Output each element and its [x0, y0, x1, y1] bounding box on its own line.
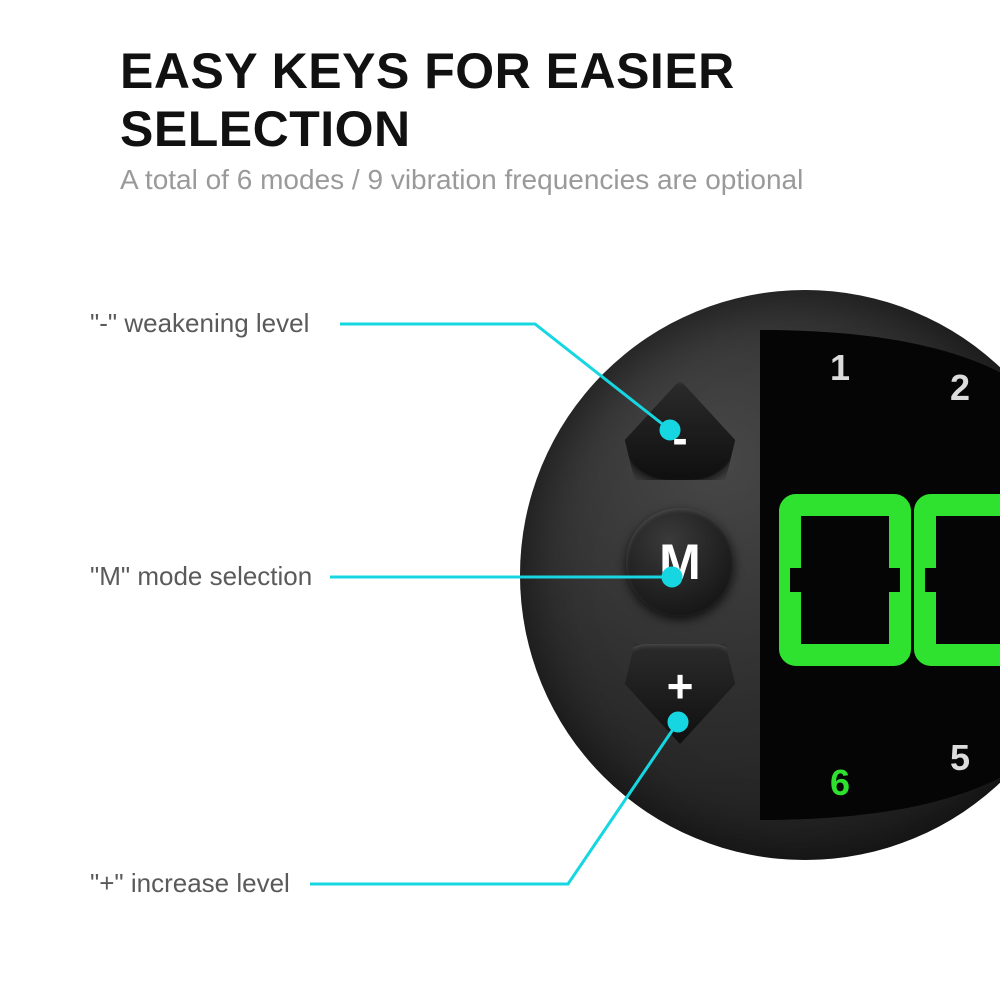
mode-5-label: 5: [950, 737, 970, 778]
mode-icon: M: [659, 533, 701, 591]
mode-2-label: 2: [950, 367, 970, 408]
mode-button[interactable]: M: [626, 508, 734, 616]
callout-mode-label: "M" mode selection: [90, 561, 312, 592]
plus-icon: +: [667, 659, 694, 713]
device-body: - M + 1 2 3 4 5: [520, 290, 1000, 860]
minus-button[interactable]: -: [620, 380, 740, 480]
page-title: EASY KEYS FOR EASIER SELECTION: [120, 42, 930, 158]
callout-minus-label: "-" weakening level: [90, 308, 309, 339]
display-screen: 1 2 3 4 5 6: [760, 330, 1000, 820]
page-subtitle: A total of 6 modes / 9 vibration frequen…: [120, 164, 930, 196]
header: EASY KEYS FOR EASIER SELECTION A total o…: [120, 42, 930, 196]
callout-plus-label: "+" increase level: [90, 868, 290, 899]
mode-1-label: 1: [830, 347, 850, 388]
minus-icon: -: [672, 411, 687, 465]
mode-6-label: 6: [830, 762, 850, 803]
plus-button[interactable]: +: [620, 644, 740, 744]
